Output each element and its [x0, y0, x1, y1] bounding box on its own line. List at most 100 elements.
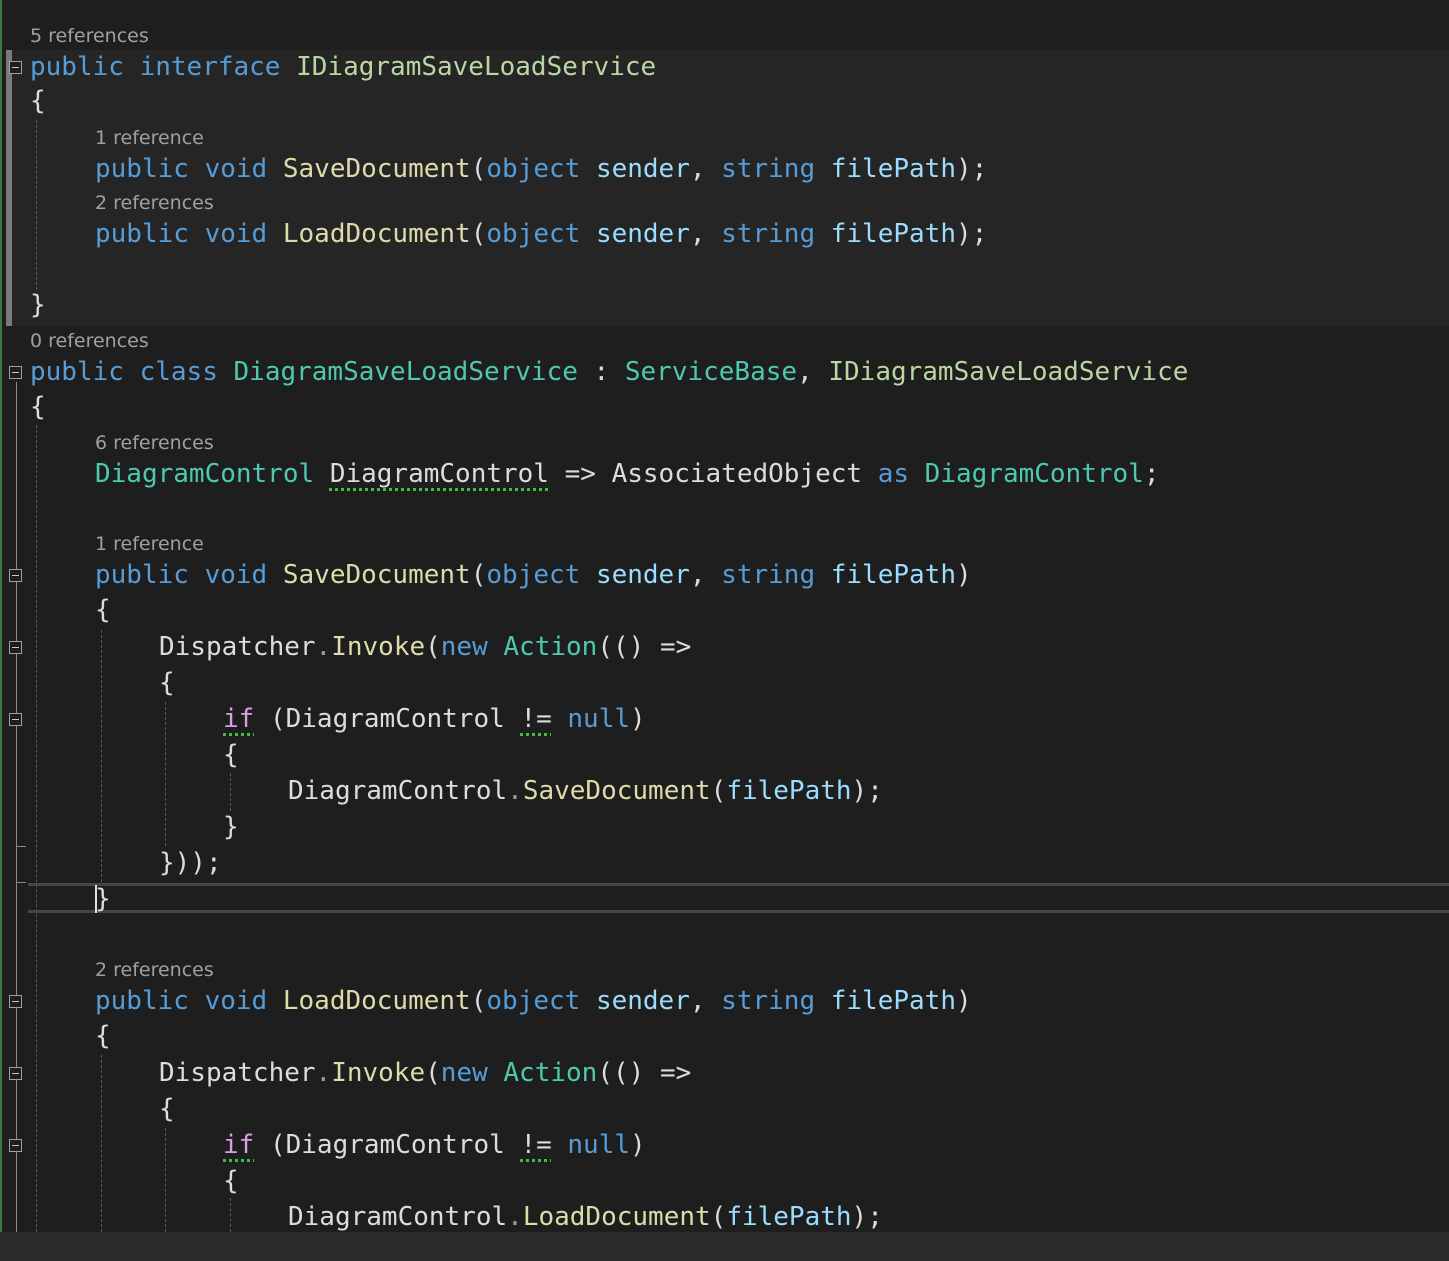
brace-line: {: [95, 1019, 111, 1053]
open-brace: {: [95, 1021, 111, 1051]
codelens-references[interactable]: 2 references: [95, 959, 214, 981]
codelens-references[interactable]: 1 reference: [95, 127, 204, 149]
codelens-references[interactable]: 6 references: [95, 432, 214, 454]
collapse-load-invoke-icon[interactable]: [9, 1067, 22, 1080]
keyword: void: [204, 986, 268, 1016]
save-method-signature: public void SaveDocument(object sender, …: [95, 154, 988, 184]
open-brace: {: [159, 668, 175, 698]
keyword: string: [721, 560, 816, 590]
collapse-load-if-icon[interactable]: [9, 1139, 22, 1152]
brace-line: }: [30, 288, 46, 322]
close-invoke: }));: [159, 848, 222, 878]
save-method-signature: public void SaveDocument(object sender, …: [95, 560, 972, 590]
indent-guide: [165, 702, 166, 846]
interface-name: IDiagramSaveLoadService: [296, 52, 657, 82]
keyword: as: [877, 459, 910, 489]
text-caret: [95, 885, 97, 913]
brace-line: {: [159, 1092, 175, 1126]
open-brace: {: [30, 392, 46, 422]
property-name: DiagramControl: [329, 459, 549, 489]
keyword: public: [95, 154, 189, 184]
horizontal-scrollbar[interactable]: [0, 1232, 1449, 1261]
interface-declaration: public interface IDiagramSaveLoadService: [30, 50, 656, 84]
codelens-references[interactable]: 2 references: [95, 192, 214, 214]
invoke-close-line: }));: [159, 846, 222, 880]
keyword: public: [95, 986, 189, 1016]
arrow: =>: [564, 459, 596, 489]
keyword: object: [486, 154, 581, 184]
type-name: DiagramControl: [924, 459, 1144, 489]
indent-guide: [101, 630, 102, 882]
codelens-references[interactable]: 0 references: [30, 330, 149, 352]
operator: !=: [520, 1130, 552, 1160]
open-brace: {: [30, 86, 46, 116]
method-name: Invoke: [331, 632, 426, 662]
load-call-line: DiagramControl.LoadDocument(filePath);: [288, 1202, 883, 1232]
identifier: DiagramControl: [285, 1130, 505, 1160]
keyword: public: [95, 219, 189, 249]
indent-guide: [165, 1128, 166, 1232]
brace-line: {: [95, 593, 111, 627]
outline-line: [16, 382, 17, 1232]
open-brace: {: [95, 595, 111, 625]
class-declaration: public class DiagramSaveLoadService : Se…: [30, 357, 1189, 387]
keyword: public: [30, 52, 124, 82]
close-brace: }: [223, 812, 239, 842]
open-brace: {: [223, 740, 239, 770]
parameter: sender: [595, 154, 690, 184]
open-brace: {: [223, 1166, 239, 1196]
arrow: =>: [659, 1058, 692, 1088]
keyword: object: [486, 986, 581, 1016]
keyword: string: [721, 986, 816, 1016]
if-statement: if (DiagramControl != null): [223, 704, 646, 734]
brace-line: }: [95, 882, 111, 916]
collapse-save-if-icon[interactable]: [9, 713, 22, 726]
current-line-highlight: [28, 883, 1449, 913]
keyword: if: [223, 1130, 255, 1160]
if-statement: if (DiagramControl != null): [223, 1130, 646, 1160]
parameter: filePath: [830, 986, 956, 1016]
keyword: if: [223, 704, 255, 734]
parameter: filePath: [726, 1202, 852, 1232]
keyword: string: [721, 154, 816, 184]
codelens-references[interactable]: 5 references: [30, 25, 149, 47]
collapse-save-invoke-icon[interactable]: [9, 641, 22, 654]
indent-guide: [36, 425, 37, 1232]
property-declaration: DiagramControl DiagramControl => Associa…: [95, 459, 1160, 489]
identifier: Dispatcher: [159, 632, 316, 662]
indent-guide: [230, 773, 231, 811]
keyword: void: [204, 219, 268, 249]
type-name: Action: [503, 632, 598, 662]
keyword: null: [567, 1130, 631, 1160]
collapse-interface-icon[interactable]: [9, 61, 22, 74]
arrow: =>: [659, 632, 692, 662]
parameter: filePath: [726, 776, 852, 806]
brace-line: {: [223, 1164, 239, 1198]
keyword: public: [30, 357, 124, 387]
keyword: class: [139, 357, 218, 387]
keyword: object: [486, 560, 581, 590]
dispatcher-invoke-line: Dispatcher.Invoke(new Action(() =>: [159, 632, 692, 662]
identifier: AssociatedObject: [611, 459, 863, 489]
collapse-save-method-icon[interactable]: [9, 569, 22, 582]
indent-guide: [230, 1198, 231, 1232]
operator: !=: [520, 704, 552, 734]
codelens-references[interactable]: 1 reference: [95, 533, 204, 555]
method-name: LoadDocument: [282, 219, 471, 249]
parameter: sender: [595, 560, 690, 590]
close-brace: }: [30, 290, 46, 320]
margin-edge: [0, 0, 2, 1232]
interface-name: IDiagramSaveLoadService: [828, 357, 1189, 387]
collapse-class-icon[interactable]: [9, 366, 22, 379]
keyword: void: [204, 154, 268, 184]
method-name: LoadDocument: [282, 986, 471, 1016]
method-name: SaveDocument: [282, 154, 471, 184]
load-method-signature: public void LoadDocument(object sender, …: [95, 219, 988, 249]
collapse-load-method-icon[interactable]: [9, 995, 22, 1008]
load-method-signature: public void LoadDocument(object sender, …: [95, 986, 972, 1016]
indent-guide: [36, 120, 37, 290]
indent-guide: [101, 1055, 102, 1232]
identifier: DiagramControl: [285, 704, 505, 734]
identifier: DiagramControl: [288, 1202, 508, 1232]
code-editor[interactable]: 5 references public interface IDiagramSa…: [0, 0, 1449, 1232]
